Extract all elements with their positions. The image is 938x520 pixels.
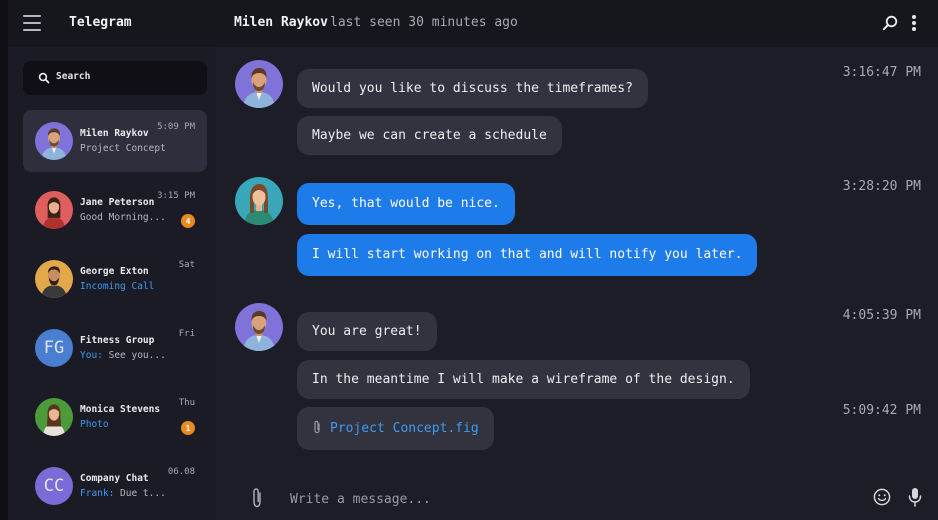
menu-icon[interactable] — [23, 13, 41, 31]
file-name: Project Concept.fig — [330, 421, 479, 436]
chat-item-company-chat[interactable]: CC Company Chat Frank: Due t... 06.08 — [23, 455, 207, 517]
chat-preview: Incoming Call — [80, 281, 154, 292]
search-icon[interactable] — [882, 15, 898, 31]
message-input[interactable] — [290, 489, 830, 509]
app-title: Telegram — [69, 15, 132, 30]
sender-prefix: Frank: — [80, 488, 115, 499]
emoji-icon[interactable] — [873, 488, 891, 506]
search-icon — [38, 72, 50, 84]
chat-time: 06.08 — [167, 467, 195, 477]
chat-time: Fri — [178, 329, 195, 339]
own-avatar[interactable] — [235, 177, 283, 225]
message-bubble: Would you like to discuss the timeframes… — [297, 69, 648, 108]
unread-badge: 1 — [181, 421, 195, 435]
photo-label: Photo — [80, 419, 109, 430]
chat-contact-status: last seen 30 minutes ago — [330, 15, 518, 30]
telegram-app: Telegram Milen Raykov last seen 30 minut… — [0, 0, 938, 520]
avatar — [35, 260, 73, 298]
chat-item-milen-raykov[interactable]: Milen Raykov Project Concept 5:09 PM — [23, 110, 207, 172]
search-placeholder: Search — [56, 71, 91, 82]
chat-item-fitness-group[interactable]: FG Fitness Group You: See you... Fri — [23, 317, 207, 379]
chat-time: 3:15 PM — [157, 191, 195, 201]
chat-preview: Frank: Due t... — [80, 488, 166, 499]
chat-item-monica-stevens[interactable]: Monica Stevens Photo Thu 1 — [23, 386, 207, 448]
sender-avatar[interactable] — [235, 303, 283, 351]
message-time: 3:16:47 PM — [842, 65, 921, 80]
search-input[interactable]: Search — [23, 61, 207, 95]
chat-name: Monica Stevens — [80, 404, 161, 415]
file-attachment[interactable]: Project Concept.fig — [297, 407, 494, 450]
unread-badge: 4 — [181, 214, 195, 228]
chat-preview: Good Morning... — [80, 212, 166, 223]
preview-text: Due t... — [114, 488, 166, 499]
sender-prefix: You: — [80, 350, 103, 361]
message-bubble: You are great! — [297, 312, 437, 351]
chat-item-jane-peterson[interactable]: Jane Peterson Good Morning... 3:15 PM 4 — [23, 179, 207, 241]
microphone-icon[interactable] — [908, 487, 922, 507]
chat-time: Sat — [178, 260, 195, 270]
chat-preview: You: See you... — [80, 350, 166, 361]
incoming-call-label: Incoming Call — [80, 281, 155, 292]
message-bubble: Maybe we can create a schedule — [297, 116, 562, 155]
message-bubble: In the meantime I will make a wireframe … — [297, 360, 750, 399]
preview-text: See you... — [102, 350, 166, 361]
chat-name: Jane Peterson — [80, 197, 155, 208]
avatar — [35, 398, 73, 436]
more-options-icon[interactable] — [911, 14, 917, 32]
message-time: 5:09:42 PM — [842, 403, 921, 418]
attachment-icon — [314, 420, 320, 434]
sender-avatar[interactable] — [235, 60, 283, 108]
chat-list-sidebar: Search Milen Raykov Project Concept 5:09… — [8, 47, 216, 520]
avatar — [35, 191, 73, 229]
chat-time: 5:09 PM — [157, 122, 195, 132]
top-bar: Telegram Milen Raykov last seen 30 minut… — [8, 0, 938, 47]
avatar: CC — [35, 467, 73, 505]
avatar: FG — [35, 329, 73, 367]
message-bubble: Yes, that would be nice. — [297, 183, 515, 225]
attach-file-icon[interactable] — [249, 487, 265, 509]
message-time: 3:28:20 PM — [842, 179, 921, 194]
chat-preview: Project Concept — [80, 143, 166, 154]
chat-contact-name[interactable]: Milen Raykov — [234, 15, 328, 30]
chat-name: Milen Raykov — [80, 128, 149, 139]
chat-name: Company Chat — [80, 473, 149, 484]
chat-name: Fitness Group — [80, 335, 155, 346]
message-bubble: I will start working on that and will no… — [297, 234, 758, 276]
chat-name: George Exton — [80, 266, 149, 277]
chat-time: Thu — [178, 398, 195, 408]
chat-item-george-exton[interactable]: George Exton Incoming Call Sat — [23, 248, 207, 310]
chat-preview: Photo — [80, 419, 109, 430]
avatar — [35, 122, 73, 160]
window-edge — [0, 0, 8, 520]
message-time: 4:05:39 PM — [842, 308, 921, 323]
